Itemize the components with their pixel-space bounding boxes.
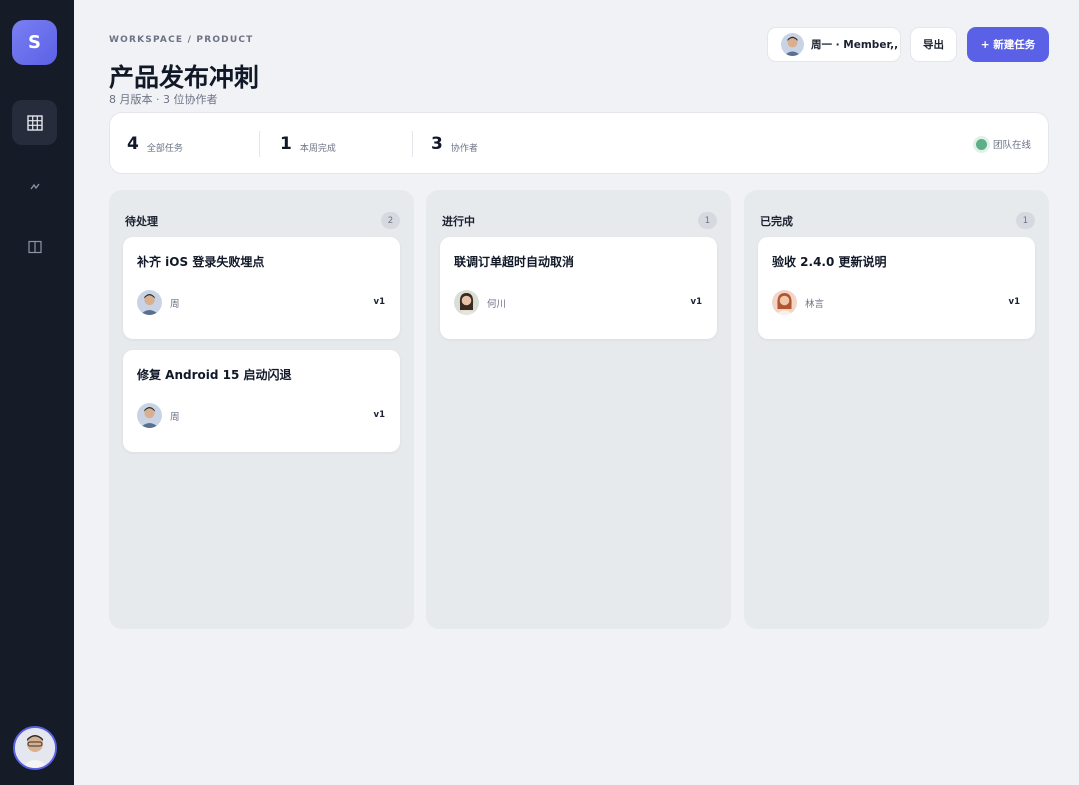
stat-label: 协作者 bbox=[450, 143, 478, 154]
assignee-avatar bbox=[137, 290, 162, 315]
user-avatar[interactable] bbox=[13, 726, 57, 770]
column-title: 进行中 bbox=[442, 214, 475, 228]
divider bbox=[412, 131, 413, 157]
version-tag: v1 bbox=[690, 297, 702, 307]
column-count-badge: 2 bbox=[381, 212, 400, 229]
divider bbox=[259, 131, 260, 157]
column-done: 已完成 1 验收 2.4.0 更新说明 林言 v1 bbox=[744, 190, 1049, 629]
assignee: 周 bbox=[137, 290, 180, 315]
stat-value: 1 bbox=[280, 134, 292, 154]
nav-columns[interactable] bbox=[12, 224, 57, 269]
task-title: 验收 2.4.0 更新说明 bbox=[772, 255, 887, 269]
grid-icon bbox=[26, 114, 43, 131]
assignee: 林言 bbox=[772, 290, 824, 315]
assignee: 周 bbox=[137, 403, 180, 428]
activity-icon bbox=[28, 180, 42, 194]
column-in-progress: 进行中 1 联调订单超时自动取消 何川 v1 bbox=[426, 190, 731, 629]
page-subtitle: 8 月版本 · 3 位协作者 bbox=[109, 93, 218, 106]
user-menu-button[interactable]: 周一 · Member,, bbox=[767, 27, 901, 62]
assignee-avatar bbox=[137, 403, 162, 428]
assignee-name: 何川 bbox=[487, 298, 507, 310]
user-avatar-small bbox=[781, 33, 804, 56]
column-count-badge: 1 bbox=[698, 212, 717, 229]
new-task-button[interactable]: + 新建任务 bbox=[967, 27, 1049, 62]
stat-collaborators: 3 协作者 bbox=[431, 113, 478, 175]
nav-board[interactable] bbox=[12, 100, 57, 145]
task-card[interactable]: 验收 2.4.0 更新说明 林言 v1 bbox=[758, 237, 1035, 339]
page-title: 产品发布冲刺 bbox=[109, 63, 260, 92]
assignee-avatar bbox=[454, 290, 479, 315]
breadcrumb: WORKSPACE / PRODUCT bbox=[109, 35, 254, 45]
stat-done: 1 本周完成 bbox=[280, 113, 336, 175]
user-name: 周一 · Member,, bbox=[811, 39, 899, 51]
assignee-name: 林言 bbox=[805, 298, 825, 310]
task-title: 联调订单超时自动取消 bbox=[454, 255, 575, 269]
assignee-name: 周 bbox=[170, 411, 180, 423]
column-count-badge: 1 bbox=[1016, 212, 1035, 229]
task-card[interactable]: 补齐 iOS 登录失败埋点 周 v1 bbox=[123, 237, 400, 339]
nav-activity[interactable] bbox=[12, 164, 57, 209]
column-todo: 待处理 2 补齐 iOS 登录失败埋点 周 v1 修复 Android 15 启… bbox=[109, 190, 414, 629]
sidebar: S bbox=[0, 0, 74, 785]
assignee-name: 周 bbox=[170, 298, 180, 310]
stat-label: 全部任务 bbox=[146, 143, 183, 154]
online-dot-icon bbox=[975, 138, 987, 150]
stat-total: 4 全部任务 bbox=[127, 113, 183, 175]
app-logo[interactable]: S bbox=[12, 20, 57, 65]
logo-letter: S bbox=[28, 32, 41, 53]
stat-value: 4 bbox=[127, 134, 139, 154]
export-button[interactable]: 导出 bbox=[910, 27, 957, 62]
stats-bar: 4 全部任务 1 本周完成 3 协作者 团队在线 bbox=[109, 112, 1049, 174]
team-status: 团队在线 bbox=[975, 113, 1031, 175]
version-tag: v1 bbox=[1008, 297, 1020, 307]
assignee-avatar bbox=[772, 290, 797, 315]
task-card[interactable]: 联调订单超时自动取消 何川 v1 bbox=[440, 237, 717, 339]
team-status-label: 团队在线 bbox=[992, 140, 1031, 151]
column-title: 待处理 bbox=[125, 214, 158, 228]
column-title: 已完成 bbox=[760, 214, 793, 228]
columns-icon bbox=[27, 240, 42, 254]
version-tag: v1 bbox=[373, 297, 385, 307]
assignee: 何川 bbox=[454, 290, 506, 315]
version-tag: v1 bbox=[373, 410, 385, 420]
stat-label: 本周完成 bbox=[299, 143, 336, 154]
task-title: 补齐 iOS 登录失败埋点 bbox=[137, 255, 265, 269]
task-title: 修复 Android 15 启动闪退 bbox=[137, 368, 292, 382]
stat-value: 3 bbox=[431, 134, 443, 154]
task-card[interactable]: 修复 Android 15 启动闪退 周 v1 bbox=[123, 350, 400, 452]
